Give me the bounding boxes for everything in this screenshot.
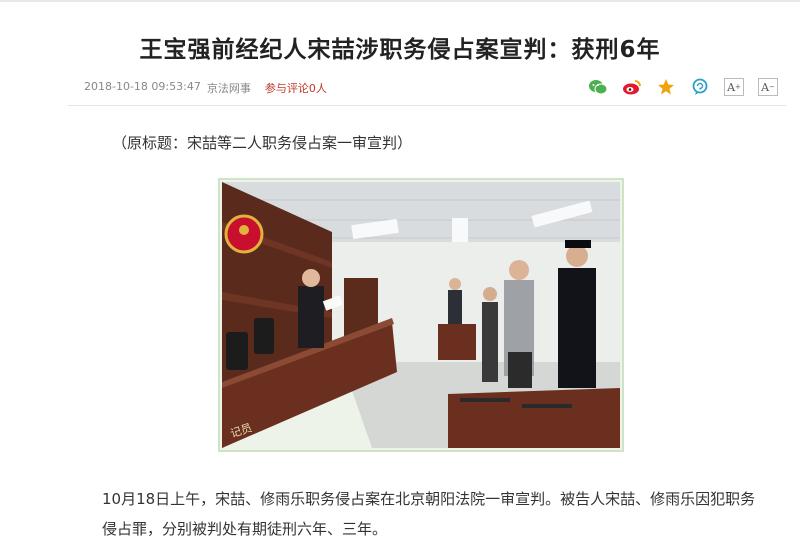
font-increase-label: A [727, 80, 736, 94]
font-increase-button[interactable]: A + [724, 78, 744, 96]
article-title: 王宝强前经纪人宋喆涉职务侵占案宣判：获刑6年 [139, 37, 661, 63]
article-meta: 2018-10-18 09:53:47 京法网事 参与评论0人 [84, 80, 327, 96]
favorite-star-icon[interactable] [656, 78, 676, 96]
comment-icon[interactable] [690, 78, 710, 96]
font-decrease-button[interactable]: A − [758, 78, 778, 96]
comments-link[interactable]: 参与评论0人 [265, 80, 327, 96]
courtroom-photo: 记员 [222, 182, 620, 448]
original-title: （原标题：宋喆等二人职务侵占案一审宣判） [112, 134, 413, 152]
top-border [0, 0, 800, 2]
weibo-icon[interactable] [622, 78, 642, 96]
article-paragraph: 10月18日上午，宋喆、修雨乐职务侵占案在北京朝阳法院一审宣判。被告人宋喆、修雨… [66, 484, 766, 544]
font-decrease-label: A [761, 80, 770, 94]
header-divider [68, 105, 786, 106]
paragraph-text: 10月18日上午，宋喆、修雨乐职务侵占案在北京朝阳法院一审宣判。被告人宋喆、修雨… [102, 490, 756, 538]
publish-date: 2018-10-18 09:53:47 [84, 80, 201, 93]
source-name[interactable]: 京法网事 [207, 80, 251, 96]
wechat-icon[interactable] [588, 78, 608, 96]
article-photo: 记员 [218, 178, 624, 452]
share-toolbar: A + A − [588, 78, 778, 96]
